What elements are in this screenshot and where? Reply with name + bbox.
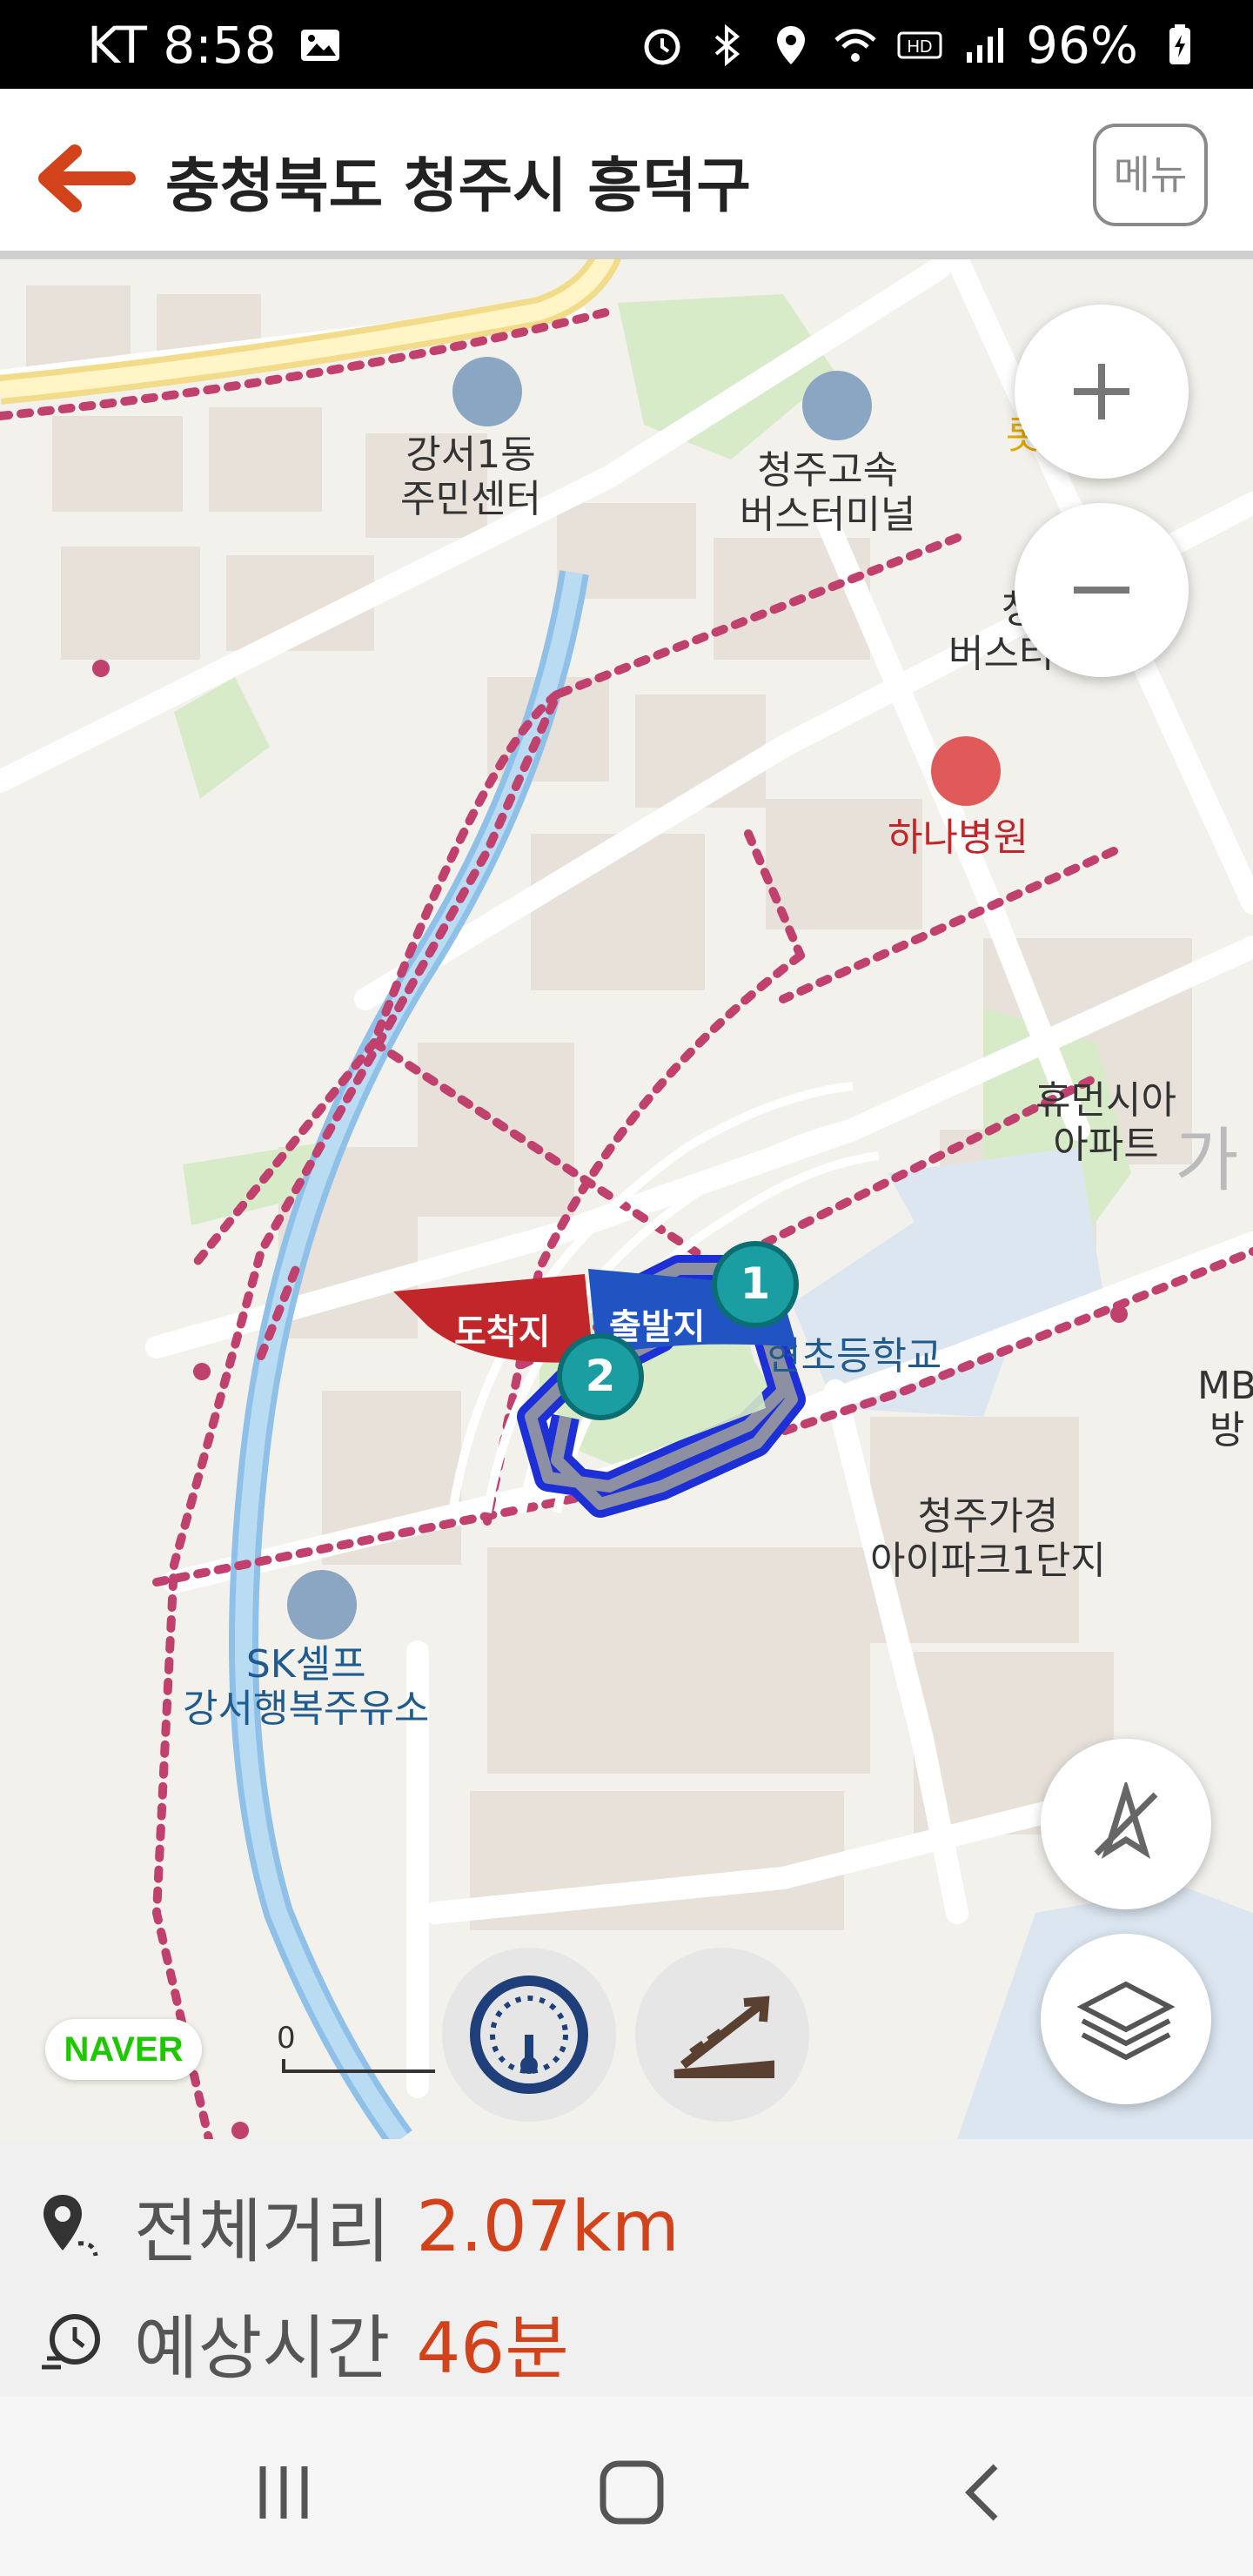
time-label: 예상시간 <box>134 2308 391 2389</box>
back-arrow-icon[interactable] <box>26 131 139 226</box>
system-nav-bar <box>0 2397 1253 2576</box>
distance-value: 2.07km <box>416 2185 680 2267</box>
map-layers-button[interactable] <box>1041 1934 1211 2104</box>
plus-icon <box>1074 364 1129 419</box>
status-bar: KT 8:58 HD 96% <box>0 0 1253 89</box>
bluetooth-icon <box>714 23 740 67</box>
recent-apps-icon <box>259 2466 308 2519</box>
chevron-left-icon <box>965 2464 998 2521</box>
minus-icon <box>1074 587 1129 594</box>
home-icon <box>600 2460 664 2525</box>
poi-community-center[interactable]: 강서1동 주민센터 <box>400 433 541 521</box>
scale-label: 0 <box>277 2021 296 2056</box>
zoom-in-button[interactable] <box>1015 305 1189 479</box>
svg-text:HD: HD <box>908 37 933 57</box>
distance-label: 전체거리 <box>134 2191 391 2272</box>
image-notification-icon <box>300 30 339 61</box>
home-button[interactable] <box>580 2449 684 2536</box>
poi-hospital[interactable]: 하나병원 <box>888 815 1029 861</box>
gas-station-icon <box>287 1570 357 1640</box>
layers-icon <box>1076 1981 1176 2061</box>
location-icon <box>777 26 806 64</box>
route-marker-1[interactable]: 1 <box>712 1241 799 1328</box>
poi-apartment-2[interactable]: 청주가경 아이파크1단지 <box>870 1494 1106 1583</box>
clock-icon <box>42 2314 100 2370</box>
route-info-panel: 전체거리 2.07km 예상시간 46분 <box>0 2139 1253 2397</box>
bus-icon <box>802 371 872 440</box>
hd-icon: HD <box>897 31 942 59</box>
menu-button[interactable]: 메뉴 <box>1093 124 1208 226</box>
elevation-button[interactable] <box>635 1948 809 2122</box>
poi-edge-text-2: 가 <box>1175 1120 1239 1201</box>
signal-icon <box>967 28 1004 63</box>
hospital-icon <box>931 736 1001 806</box>
poi-bus-terminal[interactable]: 청주고속 버스터미널 <box>740 448 915 537</box>
carrier-time: KT 8:58 <box>87 16 277 75</box>
battery-percent: 96% <box>1026 16 1138 75</box>
arrival-flag-label: 도착지 <box>454 1312 551 1352</box>
poi-edge-text-1: MB 방 <box>1197 1364 1253 1452</box>
distance-pin-icon <box>44 2195 98 2257</box>
poi-apartment-1[interactable]: 휴먼시아 아파트 <box>1035 1078 1176 1167</box>
route-marker-2[interactable]: 2 <box>557 1333 644 1420</box>
school-icon <box>827 1274 896 1344</box>
battery-icon <box>1169 24 1190 64</box>
wifi-icon <box>834 29 876 62</box>
recent-apps-button[interactable] <box>231 2449 336 2536</box>
header-bar: 충청북도 청주시 흥덕구 메뉴 <box>0 89 1253 259</box>
map-view[interactable]: 강서1동 주민센터 청주고속 버스터미널 청주 버스터미널 하나병원 휴먼시아 … <box>0 259 1253 2139</box>
location-tracking-button[interactable] <box>1041 1739 1211 1909</box>
speedometer-icon <box>470 1976 588 2094</box>
government-building-icon <box>452 357 522 426</box>
zoom-out-button[interactable] <box>1015 503 1189 677</box>
distance-row: 전체거리 2.07km <box>35 2176 680 2277</box>
page-title: 충청북도 청주시 흥덕구 <box>165 152 751 221</box>
poi-gas-station[interactable]: SK셀프 강서행복주유소 <box>183 1642 429 1731</box>
naver-logo: NAVER <box>45 2019 202 2080</box>
location-off-icon <box>1094 1782 1158 1860</box>
alarm-icon <box>644 29 680 65</box>
time-value: 46분 <box>416 2308 569 2389</box>
elevation-icon <box>673 1996 774 2078</box>
back-button[interactable] <box>931 2449 1035 2536</box>
time-row: 예상시간 46분 <box>35 2292 569 2393</box>
speedometer-button[interactable] <box>442 1948 616 2122</box>
